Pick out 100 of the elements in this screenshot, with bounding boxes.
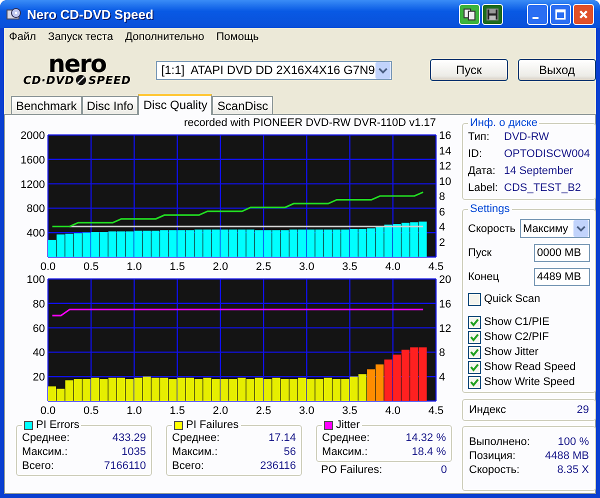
end-field[interactable]: 4489 MB [534,268,590,286]
index-value: 29 [576,404,589,416]
axis-label: 3.0 [299,261,314,273]
stat-value: 100 % [558,435,589,449]
tab[interactable]: ScanDisc [212,96,274,114]
menu-item[interactable]: Файл [9,31,36,43]
axis-label: 8 [439,347,446,360]
axis-label: 8 [439,191,446,203]
stat-value: 18.4 % [412,445,446,459]
logo-text: SPEED [88,74,132,86]
stat-label: Среднее: [22,431,70,445]
axis-label: 14 [439,145,452,158]
start-field[interactable]: 0000 MB [534,244,590,262]
axis-label: 2 [439,236,446,249]
tab[interactable]: Disc Info [82,96,138,114]
checkbox-label: Quick Scan [484,292,540,307]
axis-label: 4.0 [385,405,401,417]
menu-item[interactable]: Помощь [216,31,259,43]
info-label: Label: [468,181,499,196]
info-value: 14 September [504,164,574,179]
window-title: Nero CD-DVD Speed [27,6,154,22]
menu-item[interactable]: Дополнительно [125,31,204,43]
checkbox-label: Show C2/PIF [484,330,549,345]
axis-label: 4.0 [385,261,401,273]
field-label: Скорость [468,222,516,234]
axis-label: 4 [439,372,446,384]
group-title: PI Failures [186,419,239,431]
axis-label: 16 [439,298,452,310]
axis-label: 2000 [20,130,45,142]
axis-label: 3.5 [342,261,358,273]
stat-label: Среднее: [172,431,220,445]
field-label: Конец [468,271,500,283]
axis-label: 12 [439,160,452,172]
axis-label: 20 [439,274,452,286]
axis-label: 4.5 [428,261,444,273]
group-title: Инф. о диске [469,117,538,129]
drive-dropdown[interactable]: [1:1] ATAPI DVD DD 2X16X4X16 G7N9 [156,60,392,80]
stat-value: 1035 [122,445,146,459]
info-value: CDS_TEST_B2 [504,181,582,196]
stat-value: 4488 MB [544,449,589,463]
checkbox-label: Show Read Speed [484,360,576,375]
action-button[interactable]: Выход [518,59,596,81]
stat-label: Максим.: [22,445,68,459]
axis-label: 1200 [20,178,45,191]
stat-label: Среднее: [322,431,370,445]
info-label: ID: [468,147,484,162]
axis-label: 100 [26,274,45,286]
speed-dropdown[interactable]: Максиму [520,219,590,238]
stat-value: 17.14 [268,431,296,445]
checkbox-label: Show Jitter [484,345,538,360]
axis-label: 16 [439,130,452,142]
stat-value: 8.35 X [557,463,589,477]
logo-text: CD·DVD [23,74,74,86]
axis-label: 800 [26,203,45,216]
menu-item[interactable]: Запуск теста [48,31,114,43]
tab[interactable]: Disc Quality [138,94,212,115]
axis-label: 4 [439,222,446,234]
axis-label: 0.5 [83,261,99,273]
axis-label: 1.0 [126,405,142,417]
axis-label: 0.5 [83,405,99,417]
axis-label: 6 [439,206,446,218]
stat-value: 433.29 [112,431,146,445]
field-label: Пуск [468,247,492,259]
axis-label: 0.0 [40,261,56,273]
recorder-note: recorded with PIONEER DVD-RW DVR-110D v1.17 [182,117,437,129]
stat-label: Всего: [22,459,54,473]
axis-label: 2.5 [256,261,272,273]
stat-label: Скорость: [469,463,520,477]
info-label: Дата: [468,164,496,179]
group-title: Settings [469,203,511,215]
axis-label: 400 [26,228,45,240]
axis-label: 3.5 [342,405,358,417]
axis-label: 2.0 [212,405,228,417]
action-button[interactable]: Пуск [430,59,508,81]
axis-label: 40 [32,347,45,360]
stat-value: 0 [440,463,447,477]
stat-label: Выполнено: [469,435,530,449]
group-title: PI Errors [36,419,80,431]
stat-label: Позиция: [469,449,516,463]
info-label: Тип: [468,130,490,145]
axis-label: 10 [439,176,452,188]
stat-value: 236116 [260,459,296,473]
axis-label: 2.0 [212,261,228,273]
axis-label: 2.5 [256,405,272,417]
checkbox-label: Show Write Speed [484,375,575,390]
axis-label: 4.5 [428,405,444,417]
axis-label: 80 [32,298,45,310]
axis-label: 3.0 [299,405,314,417]
axis-label: 20 [32,372,45,384]
stat-value: 56 [284,445,296,459]
info-value: DVD-RW [504,130,550,145]
stat-label: Всего: [172,459,204,473]
logo-wordmark: nero [48,54,106,74]
tab[interactable]: Benchmark [11,96,82,114]
stat-label: Максим.: [172,445,218,459]
info-value: OPTODISCW004 [504,147,590,162]
axis-label: 1.5 [170,405,185,417]
axis-label: 1.5 [170,261,185,273]
checkbox-label: Show C1/PIE [484,315,550,330]
group-title: Jitter [336,419,360,431]
